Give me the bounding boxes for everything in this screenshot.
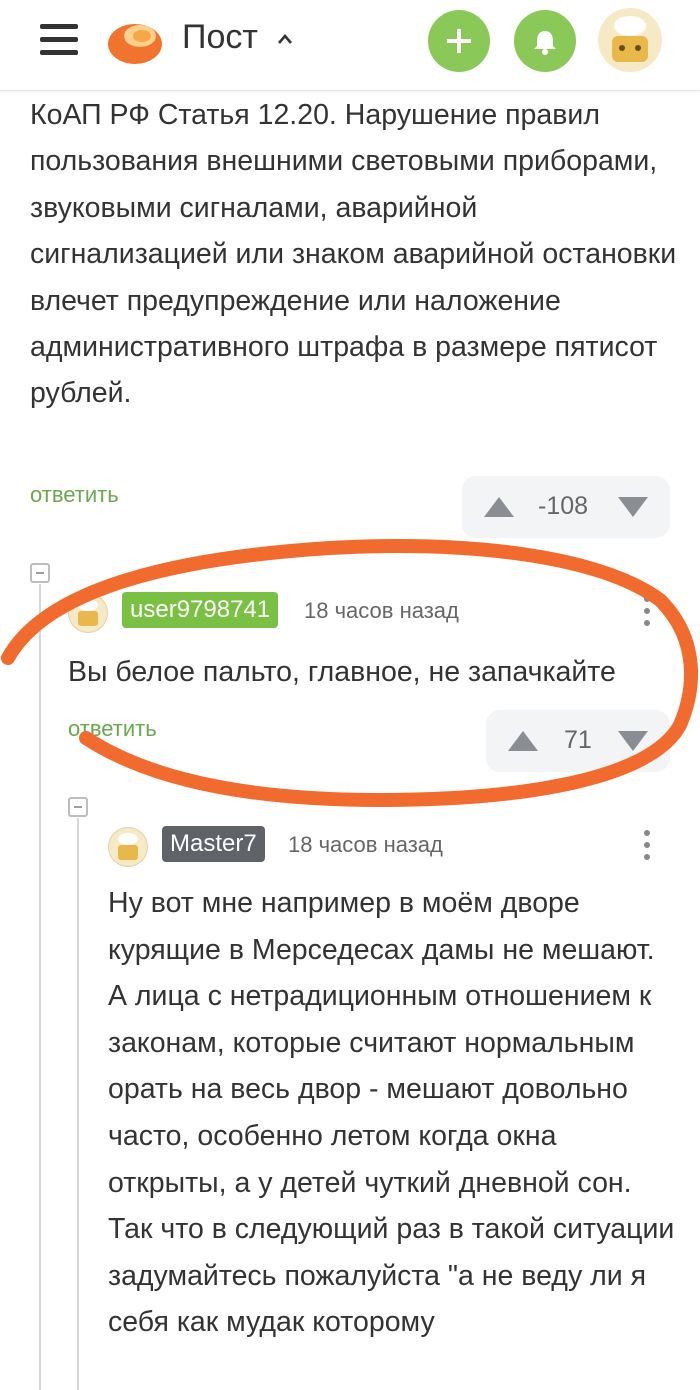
- more-options-icon[interactable]: [644, 596, 650, 632]
- comment-text: Ну вот мне например в моём дворе курящие…: [108, 887, 675, 1339]
- pikabu-logo-icon[interactable]: [106, 14, 164, 66]
- thread-line[interactable]: [39, 584, 41, 1390]
- bell-icon: [534, 31, 556, 55]
- page-title[interactable]: Пост: [182, 18, 258, 57]
- reply-link[interactable]: ответить: [30, 482, 119, 508]
- add-post-button[interactable]: [428, 10, 490, 72]
- rating-score: 71: [564, 726, 592, 754]
- username-badge[interactable]: Master7: [162, 826, 265, 862]
- avatar[interactable]: [108, 827, 148, 867]
- avatar-icon: [118, 833, 138, 860]
- comment-timestamp: 18 часов назад: [288, 832, 443, 857]
- comment-text: Вы белое пальто, главное, не запачкайте: [68, 656, 616, 688]
- chevron-up-icon[interactable]: [278, 32, 292, 46]
- hamburger-icon[interactable]: [40, 24, 78, 56]
- downvote-icon[interactable]: [616, 728, 650, 754]
- upvote-icon[interactable]: [506, 728, 540, 754]
- vote-panel: -108: [462, 476, 670, 538]
- vote-panel: 71: [486, 710, 670, 772]
- avatar-icon: [612, 16, 648, 62]
- thread-line[interactable]: [77, 818, 79, 1390]
- rating-score: -108: [538, 492, 589, 520]
- avatar[interactable]: [68, 593, 108, 633]
- more-options-icon[interactable]: [644, 830, 650, 866]
- avatar-icon: [78, 599, 98, 626]
- top-bar: Пост: [0, 0, 700, 91]
- username-badge[interactable]: user9798741: [122, 592, 279, 628]
- collapse-thread-button[interactable]: [30, 563, 50, 583]
- profile-avatar[interactable]: [598, 8, 662, 72]
- notifications-button[interactable]: [514, 10, 576, 72]
- comment-timestamp: 18 часов назад: [304, 598, 459, 623]
- upvote-icon[interactable]: [482, 494, 516, 520]
- plus-icon: [447, 29, 471, 53]
- collapse-thread-button[interactable]: [68, 797, 88, 817]
- post-body: КоАП РФ Статья 12.20. Нарушение правил п…: [30, 99, 677, 410]
- reply-link[interactable]: ответить: [68, 716, 157, 742]
- downvote-icon[interactable]: [616, 494, 650, 520]
